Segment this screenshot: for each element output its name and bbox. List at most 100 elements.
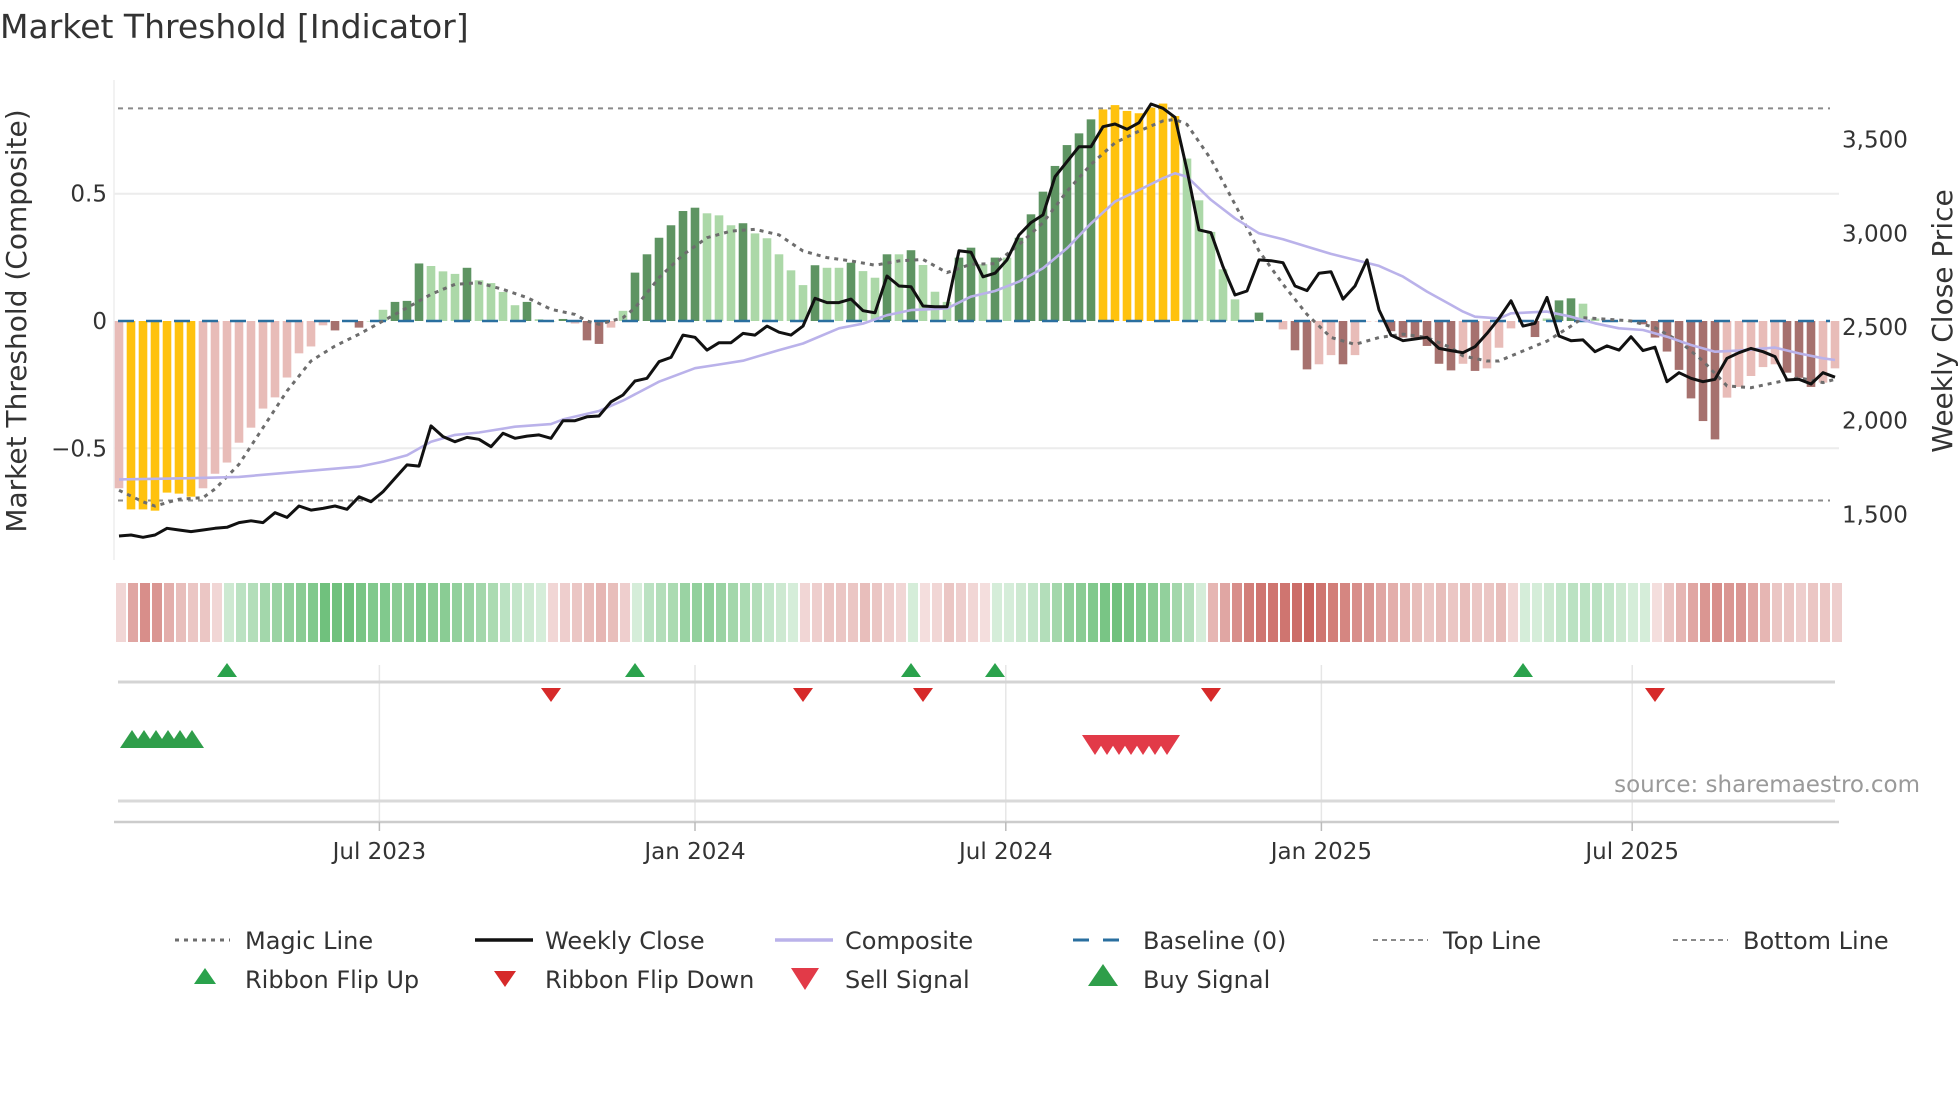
ribbon-cell (1544, 583, 1554, 642)
threshold-bar (1782, 321, 1792, 373)
legend-label: Weekly Close (545, 927, 705, 955)
ribbon-cell (1748, 583, 1758, 642)
ribbon-cell (1232, 583, 1242, 642)
ribbon (116, 583, 1842, 642)
threshold-bar (1830, 321, 1840, 369)
ribbon-flip-down-marker (541, 688, 561, 702)
ribbon-cell (1616, 583, 1626, 642)
ribbon-cell (584, 583, 594, 642)
threshold-bar (774, 254, 784, 321)
ribbon-cell (1316, 583, 1326, 642)
ribbon-cell (1436, 583, 1446, 642)
ribbon-cell (392, 583, 402, 642)
ribbon-cell (572, 583, 582, 642)
ribbon-cell (1760, 583, 1770, 642)
ribbon-cell (1664, 583, 1674, 642)
ribbon-cell (212, 583, 222, 642)
legend-label: Sell Signal (845, 966, 970, 994)
ribbon-cell (812, 583, 822, 642)
ribbon-cell (1784, 583, 1794, 642)
threshold-bar (1170, 116, 1180, 321)
left-tick-label: −0.5 (51, 436, 107, 462)
legend-label: Magic Line (245, 927, 373, 955)
ribbon-cell (524, 583, 534, 642)
threshold-bar (126, 321, 136, 510)
ribbon-cell (1580, 583, 1590, 642)
ribbon-flip-up-marker (1513, 663, 1533, 677)
threshold-bar (1122, 110, 1132, 321)
ribbon-cell (224, 583, 234, 642)
x-tick-label: Jul 2023 (331, 839, 427, 865)
ribbon-cell (656, 583, 666, 642)
threshold-bar (1506, 321, 1516, 329)
ribbon-cell (308, 583, 318, 642)
ribbon-cell (128, 583, 138, 642)
grid (113, 80, 1839, 822)
ribbon-cell (944, 583, 954, 642)
threshold-bar (330, 321, 340, 331)
ribbon-cell (1244, 583, 1254, 642)
market-threshold-chart: Market Threshold [Indicator] 0.5 0 −0.5 1,5… (0, 7, 1959, 994)
ribbon-cell (956, 583, 966, 642)
right-tick-label: 1,500 (1842, 502, 1908, 528)
ribbon-cell (908, 583, 918, 642)
legend-label: Ribbon Flip Down (545, 966, 754, 994)
triangle-up-icon (194, 968, 216, 984)
ribbon-cell (1520, 583, 1530, 642)
ribbon-cell (500, 583, 510, 642)
threshold-bar (1758, 321, 1768, 368)
ribbon-cell (1196, 583, 1206, 642)
axes: 0.5 0 −0.5 1,500 2,000 2,500 3,000 3,500 Jul 202… (51, 128, 1908, 865)
threshold-bar (750, 233, 760, 321)
ribbon-cell (860, 583, 870, 642)
threshold-bar (1134, 113, 1144, 321)
threshold-bar (1062, 145, 1072, 321)
ribbon-cell (1508, 583, 1518, 642)
x-tick-label: Jul 2024 (957, 839, 1053, 865)
ribbon-cell (440, 583, 450, 642)
ribbon-cell (260, 583, 270, 642)
ribbon-cell (200, 583, 210, 642)
ribbon-cell (1712, 583, 1722, 642)
ribbon-cell (884, 583, 894, 642)
right-tick-label: 3,000 (1842, 221, 1908, 247)
threshold-bar (486, 283, 496, 321)
ribbon-cell (1208, 583, 1218, 642)
ribbon-cell (1268, 583, 1278, 642)
ribbon-cell (788, 583, 798, 642)
ribbon-cell (1640, 583, 1650, 642)
legend: Magic Line Weekly Close Composite Baseline … (175, 927, 1889, 994)
ribbon-cell (872, 583, 882, 642)
ribbon-cell (332, 583, 342, 642)
ribbon-cell (836, 583, 846, 642)
left-tick-label: 0.5 (70, 182, 107, 208)
ribbon-cell (1304, 583, 1314, 642)
legend-label: Buy Signal (1143, 966, 1270, 994)
threshold-bar (150, 321, 160, 511)
threshold-bar (678, 211, 688, 321)
triangle-down-icon (494, 971, 516, 987)
ribbon-cell (824, 583, 834, 642)
threshold-bar (234, 321, 244, 443)
ribbon-cell (1328, 583, 1338, 642)
ribbon-cell (980, 583, 990, 642)
ribbon-cell (248, 583, 258, 642)
ribbon-cell (1688, 583, 1698, 642)
ribbon-cell (968, 583, 978, 642)
ribbon-flip-down-marker (1201, 688, 1221, 702)
ribbon-cell (1148, 583, 1158, 642)
ribbon-cell (1592, 583, 1602, 642)
threshold-bar (1686, 321, 1696, 399)
threshold-bar (1254, 312, 1264, 321)
threshold-bar (1494, 321, 1504, 348)
ribbon-cell (1040, 583, 1050, 642)
threshold-bar (510, 305, 520, 321)
ribbon-cell (284, 583, 294, 642)
ribbon-cell (1160, 583, 1170, 642)
threshold-bar (1230, 299, 1240, 321)
ribbon-cell (740, 583, 750, 642)
threshold-bar (210, 321, 220, 474)
ribbon-cell (1400, 583, 1410, 642)
threshold-bar (582, 321, 592, 341)
ribbon-cell (1652, 583, 1662, 642)
